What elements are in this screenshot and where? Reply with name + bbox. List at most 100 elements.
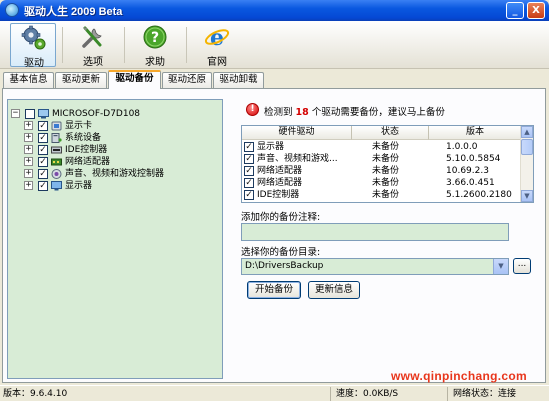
row-driver-name: 显示器: [257, 142, 285, 152]
toolbar-website-label: 官网: [207, 57, 227, 68]
table-row[interactable]: ✓ 网络适配器 未备份 3.66.0.451: [242, 177, 522, 189]
backup-notice: 检测到 18 个驱动需要备份，建议马上备份: [264, 104, 445, 118]
row-driver-name: IDE控制器: [257, 190, 300, 200]
row-checkbox[interactable]: ✓: [244, 166, 254, 176]
tree-item-label: IDE控制器: [65, 145, 108, 155]
tab-basic-info[interactable]: 基本信息: [3, 72, 54, 88]
scroll-thumb[interactable]: [521, 139, 533, 155]
monitor-icon: [51, 181, 62, 191]
notice-prefix: 检测到: [264, 107, 293, 118]
status-separator: [330, 387, 331, 401]
watermark: www.qinpinchang.com: [391, 369, 527, 383]
tree-item-label: 显示器: [65, 181, 93, 191]
tree-collapse-toggle[interactable]: −: [11, 109, 20, 118]
row-status: 未备份: [372, 178, 400, 188]
status-speed: 速度：0.0KB/S: [336, 389, 399, 399]
scroll-down-icon[interactable]: ▼: [521, 190, 533, 202]
table-row[interactable]: ✓ 显示器 未备份 1.0.0.0: [242, 141, 522, 153]
toolbar-separator: [62, 27, 63, 63]
row-driver-name: 声音、视频和游戏...: [257, 154, 338, 164]
help-icon: ?: [143, 25, 167, 49]
toolbar-website-button[interactable]: e 官网: [194, 23, 240, 68]
tree-expand-toggle[interactable]: +: [24, 157, 33, 166]
row-checkbox[interactable]: ✓: [244, 178, 254, 188]
toolbar-drivers-button[interactable]: 驱动: [10, 23, 56, 69]
toolbar: 驱动 选项 ? 求助 e 官网: [0, 21, 549, 69]
status-network: 网络状态：连接: [453, 389, 517, 399]
column-header-version[interactable]: 版本: [429, 126, 522, 140]
toolbar-help-button[interactable]: ? 求助: [132, 23, 178, 68]
ide-controller-icon: [51, 146, 62, 154]
notice-count: 18: [295, 107, 309, 118]
row-checkbox[interactable]: ✓: [244, 190, 254, 200]
row-status: 未备份: [372, 154, 400, 164]
status-bar: 版本：9.6.4.10 速度：0.0KB/S 网络状态：连接: [0, 385, 549, 401]
row-driver-name: 网络适配器: [257, 166, 303, 176]
tab-driver-backup[interactable]: 驱动备份: [108, 70, 161, 89]
tree-expand-toggle[interactable]: +: [24, 169, 33, 178]
table-row[interactable]: ✓ 网络适配器 未备份 10.69.2.3: [242, 165, 522, 177]
backup-dir-select[interactable]: D:\DriversBackup ▼: [241, 258, 509, 275]
tab-driver-uninstall[interactable]: 驱动卸载: [213, 72, 264, 88]
toolbar-separator: [186, 27, 187, 63]
tree-item-checkbox[interactable]: ✓: [38, 121, 48, 131]
tools-icon: [82, 26, 102, 48]
tree-item-checkbox[interactable]: ✓: [38, 145, 48, 155]
tree-item-checkbox[interactable]: ✓: [38, 157, 48, 167]
tree-item-checkbox[interactable]: ✓: [38, 133, 48, 143]
computer-icon: [38, 109, 49, 119]
tree-item-label: 显示卡: [65, 121, 93, 131]
row-checkbox[interactable]: ✓: [244, 142, 254, 152]
update-info-button[interactable]: 更新信息: [308, 281, 360, 299]
row-status: 未备份: [372, 166, 400, 176]
toolbar-options-button[interactable]: 选项: [70, 23, 116, 68]
toolbar-separator: [124, 27, 125, 63]
tab-driver-restore[interactable]: 驱动还原: [162, 72, 212, 88]
toolbar-help-label: 求助: [145, 57, 165, 68]
notice-suffix: 个驱动需要备份，建议马上备份: [311, 107, 445, 118]
backup-note-input[interactable]: [241, 223, 509, 241]
tree-item-label: 声音、视频和游戏控制器: [65, 169, 165, 179]
table-row[interactable]: ✓ IDE控制器 未备份 5.1.2600.2180: [242, 189, 522, 201]
column-header-status[interactable]: 状态: [352, 126, 429, 140]
tree-expand-toggle[interactable]: +: [24, 181, 33, 190]
backup-dir-value: D:\DriversBackup: [245, 261, 324, 271]
row-version: 3.66.0.451: [446, 178, 495, 188]
chevron-down-icon[interactable]: ▼: [493, 259, 508, 274]
row-status: 未备份: [372, 142, 400, 152]
title-bar[interactable]: 驱动人生 2009 Beta _ X: [0, 0, 549, 21]
minimize-button[interactable]: _: [506, 2, 524, 19]
device-tree[interactable]: − MICROSOF-D7D108 + ✓ 显示卡 + ✓ 系统设备 + ✓ I…: [7, 99, 223, 379]
column-header-driver[interactable]: 硬件驱动: [242, 126, 352, 140]
table-row[interactable]: ✓ 声音、视频和游戏... 未备份 5.10.0.5854: [242, 153, 522, 165]
status-separator: [447, 387, 448, 401]
backup-dir-label: 选择你的备份目录:: [241, 247, 321, 258]
scroll-up-icon[interactable]: ▲: [521, 126, 533, 138]
window-title: 驱动人生 2009 Beta: [24, 6, 123, 18]
tree-expand-toggle[interactable]: +: [24, 145, 33, 154]
tab-driver-update[interactable]: 驱动更新: [55, 72, 107, 88]
row-status: 未备份: [372, 190, 400, 200]
tree-root-checkbox[interactable]: [25, 109, 35, 119]
row-version: 5.1.2600.2180: [446, 190, 512, 200]
tree-item-checkbox[interactable]: ✓: [38, 181, 48, 191]
tab-strip: 基本信息 驱动更新 驱动备份 驱动还原 驱动卸载: [0, 70, 549, 89]
tree-root-label: MICROSOF-D7D108: [52, 109, 141, 119]
driver-list[interactable]: 硬件驱动 状态 版本 ✓ 显示器 未备份 1.0.0.0 ✓ 声音、视频和游戏.…: [241, 125, 534, 203]
toolbar-options-label: 选项: [83, 57, 103, 68]
tree-expand-toggle[interactable]: +: [24, 121, 33, 130]
close-button[interactable]: X: [527, 2, 545, 19]
row-checkbox[interactable]: ✓: [244, 154, 254, 164]
app-icon: [5, 3, 19, 17]
browse-button[interactable]: ...: [513, 258, 531, 274]
tree-expand-toggle[interactable]: +: [24, 133, 33, 142]
start-backup-button[interactable]: 开始备份: [247, 281, 301, 299]
tree-item-checkbox[interactable]: ✓: [38, 169, 48, 179]
tree-item-label: 网络适配器: [65, 157, 111, 167]
svg-text:e: e: [210, 25, 224, 50]
gear-icon: [21, 25, 46, 50]
row-driver-name: 网络适配器: [257, 178, 303, 188]
sound-icon: [51, 169, 62, 179]
list-scrollbar[interactable]: ▲ ▼: [520, 126, 533, 202]
tree-item-label: 系统设备: [65, 133, 102, 143]
